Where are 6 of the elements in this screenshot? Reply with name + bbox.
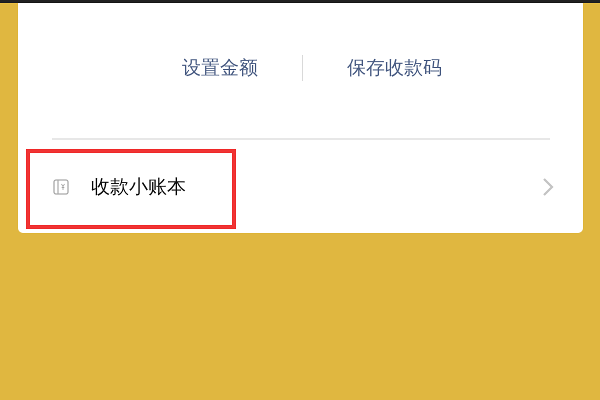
ledger-icon: [53, 179, 69, 195]
menu-row[interactable]: 收款小账本: [52, 140, 550, 234]
chevron-right-icon: [542, 177, 554, 197]
action-link[interactable]: 保存收款码: [303, 55, 486, 81]
action-link[interactable]: 设置金额: [138, 55, 302, 81]
menu-label: 收款小账本: [91, 175, 186, 200]
